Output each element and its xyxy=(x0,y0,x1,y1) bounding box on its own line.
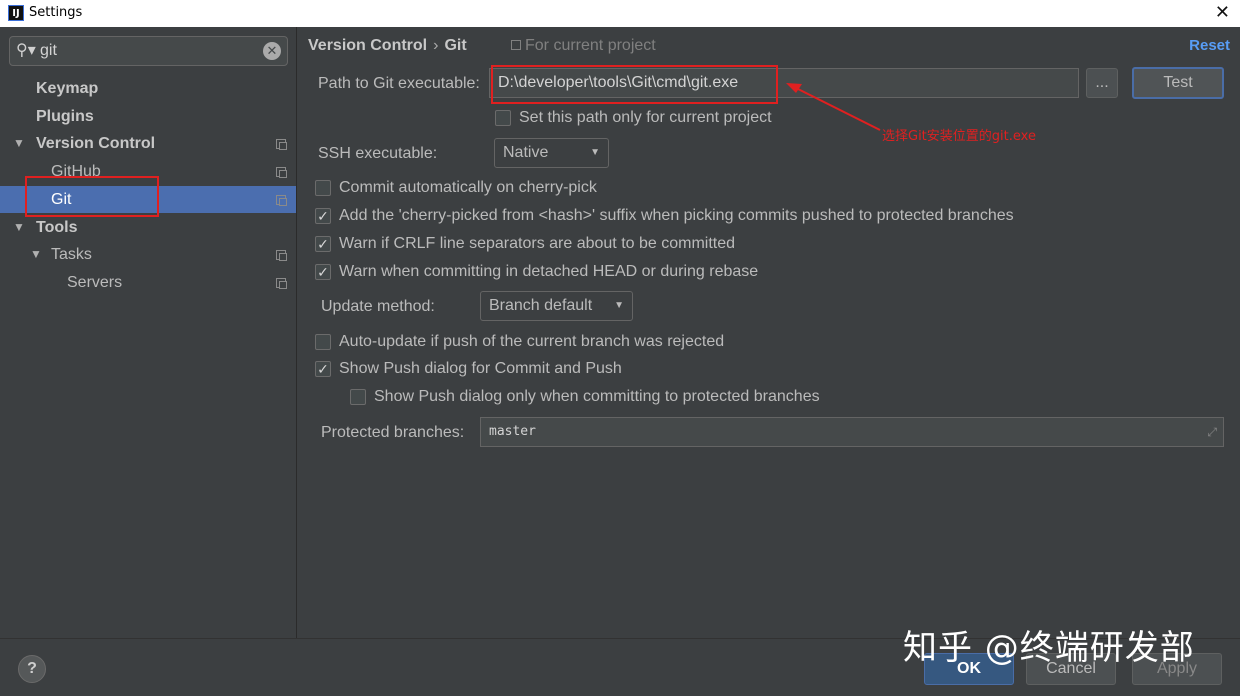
browse-button[interactable]: ... xyxy=(1086,68,1118,98)
checkbox-label: Commit automatically on cherry-pick xyxy=(339,179,597,196)
sidebar-item-servers[interactable]: Servers xyxy=(0,269,296,296)
project-scope-icon xyxy=(511,40,521,50)
checkbox-box[interactable] xyxy=(495,110,511,126)
annotation-highlight-box xyxy=(25,176,159,217)
search-field[interactable]: ⚲▾ ✕ xyxy=(9,36,288,66)
sidebar-item-version-control[interactable]: ▼ Version Control xyxy=(0,130,296,157)
checkbox-box[interactable]: ✓ xyxy=(315,236,331,252)
chevron-down-icon: ▼ xyxy=(614,300,624,311)
scope-label: For current project xyxy=(525,37,656,54)
project-scope-icon xyxy=(276,250,287,261)
path-label: Path to Git executable: xyxy=(318,75,480,92)
window-title: Settings xyxy=(29,5,83,20)
sidebar-item-label: Tools xyxy=(36,219,78,236)
checkbox-box[interactable] xyxy=(315,180,331,196)
sidebar-item-label: Version Control xyxy=(36,135,156,152)
breadcrumb: Version Control › Git xyxy=(308,37,467,55)
expand-arrow-icon[interactable]: ▼ xyxy=(30,241,42,268)
ssh-label: SSH executable: xyxy=(318,145,438,162)
breadcrumb-current: Git xyxy=(444,37,467,54)
breadcrumb-separator: › xyxy=(433,37,439,54)
warn-crlf-checkbox[interactable]: ✓ Warn if CRLF line separators are about… xyxy=(315,235,735,253)
checkbox-label: Show Push dialog for Commit and Push xyxy=(339,360,622,377)
ssh-executable-select[interactable]: Native ▼ xyxy=(494,138,609,168)
checkbox-box[interactable] xyxy=(315,334,331,350)
sidebar-item-plugins[interactable]: Plugins xyxy=(0,103,296,130)
project-scope-icon xyxy=(276,278,287,289)
ssh-selected-value: Native xyxy=(503,144,549,161)
update-method-label: Update method: xyxy=(321,298,435,315)
annotation-text: 选择Git安装位置的git.exe xyxy=(882,129,1036,144)
intellij-app-icon: IJ xyxy=(8,5,24,21)
update-method-selected-value: Branch default xyxy=(489,297,593,314)
commit-cherry-checkbox[interactable]: Commit automatically on cherry-pick xyxy=(315,179,597,197)
checkbox-label: Warn when committing in detached HEAD or… xyxy=(339,263,759,280)
scope-note: For current project xyxy=(511,37,656,55)
sidebar-item-label: Tasks xyxy=(51,246,92,263)
help-icon[interactable]: ? xyxy=(18,655,46,683)
checkbox-label: Add the 'cherry-picked from <hash>' suff… xyxy=(339,207,1014,224)
sidebar-item-tasks[interactable]: ▼ Tasks xyxy=(0,241,296,268)
show-push-checkbox[interactable]: ✓ Show Push dialog for Commit and Push xyxy=(315,360,622,378)
expand-arrow-icon[interactable]: ▼ xyxy=(13,130,25,157)
sidebar-item-label: Servers xyxy=(67,274,123,291)
checkbox-label: Warn if CRLF line separators are about t… xyxy=(339,235,736,252)
chevron-down-icon: ▼ xyxy=(590,147,600,158)
annotation-highlight-box xyxy=(491,65,778,104)
path-only-current-checkbox[interactable]: Set this path only for current project xyxy=(495,109,772,127)
clear-search-icon[interactable]: ✕ xyxy=(263,42,281,60)
expand-arrow-icon[interactable]: ▼ xyxy=(13,214,25,241)
checkbox-box[interactable] xyxy=(350,389,366,405)
warn-detached-checkbox[interactable]: ✓ Warn when committing in detached HEAD … xyxy=(315,263,758,281)
add-suffix-checkbox[interactable]: ✓ Add the 'cherry-picked from <hash>' su… xyxy=(315,207,1014,225)
sidebar-item-tools[interactable]: ▼ Tools xyxy=(0,214,296,241)
watermark: 知乎 @终端研发部 xyxy=(903,628,1195,668)
checkbox-box[interactable]: ✓ xyxy=(315,208,331,224)
settings-sidebar: ⚲▾ ✕ Keymap Plugins ▼ Version Control Gi… xyxy=(0,27,297,638)
reset-link[interactable]: Reset xyxy=(1189,37,1230,54)
project-scope-icon xyxy=(276,139,287,150)
search-input[interactable] xyxy=(40,41,260,61)
settings-content: Version Control › Git For current project … xyxy=(298,27,1240,638)
sidebar-item-keymap[interactable]: Keymap xyxy=(0,75,296,102)
search-icon[interactable]: ⚲▾ xyxy=(16,40,36,60)
protected-branches-input[interactable]: master ⤢ xyxy=(480,417,1224,447)
expand-field-icon[interactable]: ⤢ xyxy=(1207,418,1217,446)
sidebar-item-label: Plugins xyxy=(36,108,94,125)
breadcrumb-parent[interactable]: Version Control xyxy=(308,37,427,54)
checkbox-label: Set this path only for current project xyxy=(519,109,772,126)
protected-branches-label: Protected branches: xyxy=(321,424,465,441)
test-button[interactable]: Test xyxy=(1132,67,1224,99)
show-push-protected-checkbox[interactable]: Show Push dialog only when committing to… xyxy=(350,388,820,406)
annotation-arrow xyxy=(786,83,881,131)
update-method-select[interactable]: Branch default ▼ xyxy=(480,291,633,321)
checkbox-box[interactable]: ✓ xyxy=(315,361,331,377)
close-icon[interactable]: ✕ xyxy=(1215,2,1230,23)
auto-update-checkbox[interactable]: Auto-update if push of the current branc… xyxy=(315,333,724,351)
sidebar-item-label: Keymap xyxy=(36,80,99,97)
checkbox-label: Show Push dialog only when committing to… xyxy=(374,388,820,405)
project-scope-icon xyxy=(276,167,287,178)
protected-branches-value: master xyxy=(489,424,536,439)
checkbox-box[interactable]: ✓ xyxy=(315,264,331,280)
title-bar: IJ Settings ✕ xyxy=(0,0,1240,27)
project-scope-icon xyxy=(276,195,287,206)
checkbox-label: Auto-update if push of the current branc… xyxy=(339,333,725,350)
